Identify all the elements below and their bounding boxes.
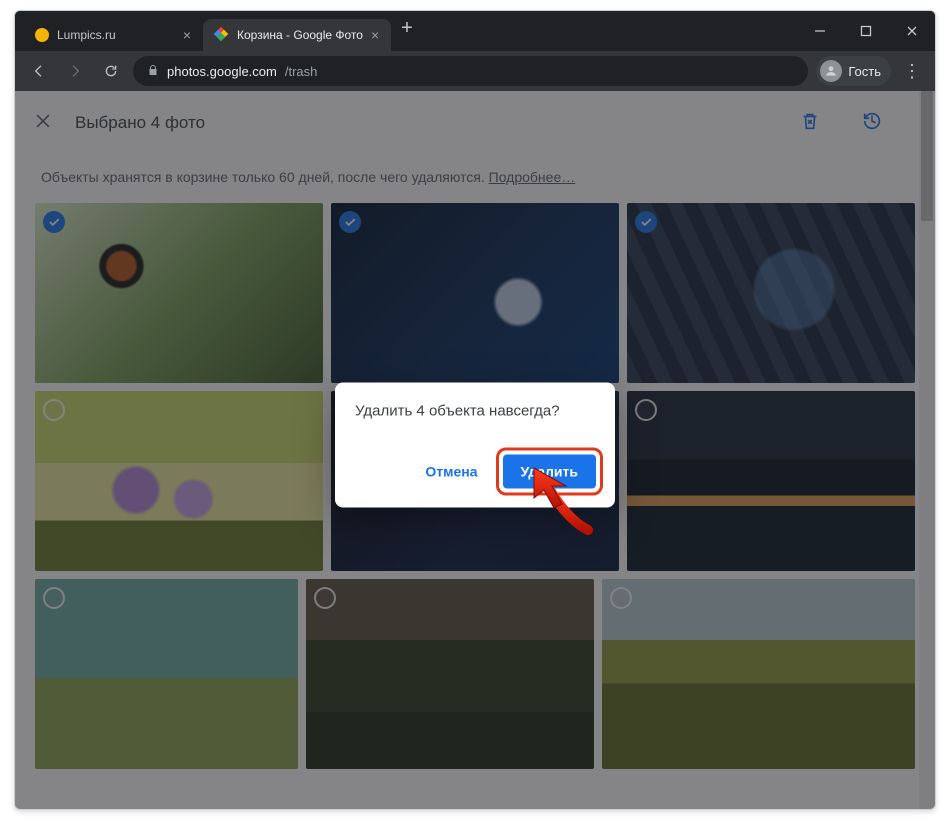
new-tab-button[interactable]: + (391, 17, 423, 46)
tab-label: Корзина - Google Фото (237, 28, 363, 42)
profile-label: Гость (848, 64, 881, 79)
tab-lumpics[interactable]: Lumpics.ru × (23, 19, 203, 51)
page-viewport: Выбрано 4 фото Объекты хранятся в корзин… (15, 91, 935, 809)
profile-button[interactable]: Гость (816, 56, 891, 86)
browser-toolbar: photos.google.com/trash Гость ⋮ (15, 51, 935, 91)
delete-button[interactable]: Удалить (503, 455, 596, 489)
favicon-lumpics (35, 28, 49, 42)
close-tab-icon[interactable]: × (371, 28, 379, 42)
nav-forward-button[interactable] (61, 57, 89, 85)
nav-reload-button[interactable] (97, 57, 125, 85)
tab-google-photos[interactable]: Корзина - Google Фото × (203, 19, 391, 51)
nav-back-button[interactable] (25, 57, 53, 85)
favicon-google-photos (215, 28, 229, 42)
tab-label: Lumpics.ru (57, 28, 116, 42)
lock-icon (147, 64, 159, 79)
window-close-button[interactable] (889, 11, 935, 51)
avatar-icon (820, 60, 842, 82)
close-tab-icon[interactable]: × (183, 28, 191, 42)
window-maximize-button[interactable] (843, 11, 889, 51)
browser-menu-button[interactable]: ⋮ (899, 61, 925, 82)
url-path: /trash (285, 64, 318, 79)
annotation-highlight: Удалить (496, 448, 603, 496)
dialog-actions: Отмена Удалить (355, 448, 603, 496)
dialog-title: Удалить 4 объекта навсегда? (355, 403, 603, 448)
url-domain: photos.google.com (167, 64, 277, 79)
browser-window: Lumpics.ru × Корзина - Google Фото × + (14, 10, 936, 810)
window-minimize-button[interactable] (797, 11, 843, 51)
cancel-button[interactable]: Отмена (411, 456, 491, 488)
confirm-delete-dialog: Удалить 4 объекта навсегда? Отмена Удали… (335, 383, 615, 508)
address-bar[interactable]: photos.google.com/trash (133, 56, 808, 86)
window-controls (797, 11, 935, 51)
tab-strip: Lumpics.ru × Корзина - Google Фото × + (15, 11, 935, 51)
